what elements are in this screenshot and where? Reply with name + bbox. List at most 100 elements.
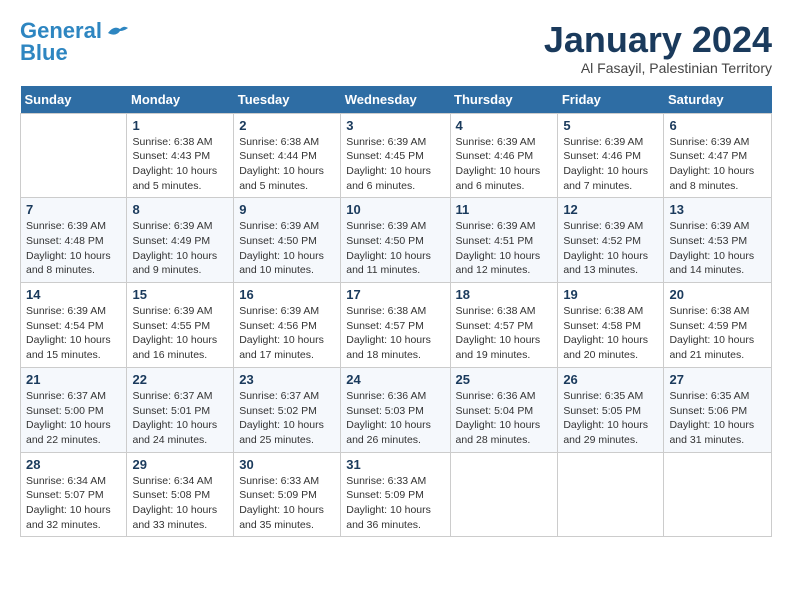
day-info: Sunrise: 6:35 AMSunset: 5:06 PMDaylight:…	[669, 389, 766, 448]
logo-text: GeneralBlue	[20, 20, 102, 64]
day-info: Sunrise: 6:39 AMSunset: 4:50 PMDaylight:…	[346, 219, 444, 278]
calendar-week-row: 1Sunrise: 6:38 AMSunset: 4:43 PMDaylight…	[21, 113, 772, 198]
day-number: 20	[669, 287, 766, 302]
calendar-cell: 18Sunrise: 6:38 AMSunset: 4:57 PMDayligh…	[450, 283, 558, 368]
day-info: Sunrise: 6:37 AMSunset: 5:00 PMDaylight:…	[26, 389, 121, 448]
calendar-cell: 17Sunrise: 6:38 AMSunset: 4:57 PMDayligh…	[341, 283, 450, 368]
day-info: Sunrise: 6:38 AMSunset: 4:58 PMDaylight:…	[563, 304, 658, 363]
calendar-cell: 7 Sunrise: 6:39 AMSunset: 4:48 PMDaylight…	[21, 198, 127, 283]
calendar-cell: 22 Sunrise: 6:37 AMSunset: 5:01 PMDayligh…	[127, 367, 234, 452]
day-info: Sunrise: 6:39 AMSunset: 4:49 PMDaylight:…	[132, 219, 228, 278]
calendar-cell: 9 Sunrise: 6:39 AMSunset: 4:50 PMDaylight…	[234, 198, 341, 283]
calendar-week-row: 21 Sunrise: 6:37 AMSunset: 5:00 PMDayligh…	[21, 367, 772, 452]
calendar-cell: 30 Sunrise: 6:33 AMSunset: 5:09 PMDayligh…	[234, 452, 341, 537]
day-info: Sunrise: 6:39 AMSunset: 4:52 PMDaylight:…	[563, 219, 658, 278]
title-section: January 2024 Al Fasayil, Palestinian Ter…	[544, 20, 772, 76]
calendar-cell: 16Sunrise: 6:39 AMSunset: 4:56 PMDayligh…	[234, 283, 341, 368]
calendar-cell: 6 Sunrise: 6:39 AMSunset: 4:47 PMDaylight…	[664, 113, 772, 198]
day-info: Sunrise: 6:38 AMSunset: 4:44 PMDaylight:…	[239, 135, 335, 194]
day-number: 13	[669, 202, 766, 217]
day-info: Sunrise: 6:37 AMSunset: 5:02 PMDaylight:…	[239, 389, 335, 448]
day-number: 3	[346, 118, 444, 133]
day-number: 22	[132, 372, 228, 387]
calendar-cell: 31 Sunrise: 6:33 AMSunset: 5:09 PMDayligh…	[341, 452, 450, 537]
day-number: 5	[563, 118, 658, 133]
calendar-cell: 26 Sunrise: 6:35 AMSunset: 5:05 PMDayligh…	[558, 367, 664, 452]
weekday-header-wednesday: Wednesday	[341, 86, 450, 114]
day-info: Sunrise: 6:34 AMSunset: 5:08 PMDaylight:…	[132, 474, 228, 533]
day-info: Sunrise: 6:39 AMSunset: 4:56 PMDaylight:…	[239, 304, 335, 363]
day-info: Sunrise: 6:39 AMSunset: 4:47 PMDaylight:…	[669, 135, 766, 194]
day-info: Sunrise: 6:39 AMSunset: 4:46 PMDaylight:…	[456, 135, 553, 194]
day-number: 10	[346, 202, 444, 217]
calendar-week-row: 28Sunrise: 6:34 AMSunset: 5:07 PMDayligh…	[21, 452, 772, 537]
calendar-cell: 5 Sunrise: 6:39 AMSunset: 4:46 PMDaylight…	[558, 113, 664, 198]
weekday-header-thursday: Thursday	[450, 86, 558, 114]
calendar-cell: 28Sunrise: 6:34 AMSunset: 5:07 PMDayligh…	[21, 452, 127, 537]
location-subtitle: Al Fasayil, Palestinian Territory	[544, 60, 772, 76]
day-info: Sunrise: 6:36 AMSunset: 5:04 PMDaylight:…	[456, 389, 553, 448]
calendar-table: SundayMondayTuesdayWednesdayThursdayFrid…	[20, 86, 772, 538]
day-number: 6	[669, 118, 766, 133]
calendar-cell: 23 Sunrise: 6:37 AMSunset: 5:02 PMDayligh…	[234, 367, 341, 452]
calendar-cell: 20 Sunrise: 6:38 AMSunset: 4:59 PMDayligh…	[664, 283, 772, 368]
weekday-header-friday: Friday	[558, 86, 664, 114]
calendar-cell: 11 Sunrise: 6:39 AMSunset: 4:51 PMDayligh…	[450, 198, 558, 283]
calendar-week-row: 14Sunrise: 6:39 AMSunset: 4:54 PMDayligh…	[21, 283, 772, 368]
day-number: 23	[239, 372, 335, 387]
calendar-cell: 24Sunrise: 6:36 AMSunset: 5:03 PMDayligh…	[341, 367, 450, 452]
calendar-cell: 25Sunrise: 6:36 AMSunset: 5:04 PMDayligh…	[450, 367, 558, 452]
calendar-cell	[450, 452, 558, 537]
calendar-cell: 27Sunrise: 6:35 AMSunset: 5:06 PMDayligh…	[664, 367, 772, 452]
day-number: 15	[132, 287, 228, 302]
day-number: 12	[563, 202, 658, 217]
day-number: 11	[456, 202, 553, 217]
day-info: Sunrise: 6:39 AMSunset: 4:45 PMDaylight:…	[346, 135, 444, 194]
calendar-cell	[558, 452, 664, 537]
calendar-cell: 13 Sunrise: 6:39 AMSunset: 4:53 PMDayligh…	[664, 198, 772, 283]
calendar-cell: 15 Sunrise: 6:39 AMSunset: 4:55 PMDayligh…	[127, 283, 234, 368]
calendar-cell: 1Sunrise: 6:38 AMSunset: 4:43 PMDaylight…	[127, 113, 234, 198]
day-number: 31	[346, 457, 444, 472]
day-number: 2	[239, 118, 335, 133]
day-info: Sunrise: 6:38 AMSunset: 4:43 PMDaylight:…	[132, 135, 228, 194]
calendar-cell	[21, 113, 127, 198]
day-number: 7	[26, 202, 121, 217]
weekday-header-tuesday: Tuesday	[234, 86, 341, 114]
day-number: 14	[26, 287, 121, 302]
day-info: Sunrise: 6:39 AMSunset: 4:53 PMDaylight:…	[669, 219, 766, 278]
calendar-cell: 14Sunrise: 6:39 AMSunset: 4:54 PMDayligh…	[21, 283, 127, 368]
day-info: Sunrise: 6:39 AMSunset: 4:55 PMDaylight:…	[132, 304, 228, 363]
page-header: GeneralBlue January 2024 Al Fasayil, Pal…	[20, 20, 772, 76]
day-info: Sunrise: 6:39 AMSunset: 4:50 PMDaylight:…	[239, 219, 335, 278]
day-number: 19	[563, 287, 658, 302]
day-number: 28	[26, 457, 121, 472]
calendar-cell: 8Sunrise: 6:39 AMSunset: 4:49 PMDaylight…	[127, 198, 234, 283]
day-info: Sunrise: 6:38 AMSunset: 4:57 PMDaylight:…	[346, 304, 444, 363]
weekday-header-monday: Monday	[127, 86, 234, 114]
day-info: Sunrise: 6:39 AMSunset: 4:51 PMDaylight:…	[456, 219, 553, 278]
calendar-cell: 12 Sunrise: 6:39 AMSunset: 4:52 PMDayligh…	[558, 198, 664, 283]
day-info: Sunrise: 6:33 AMSunset: 5:09 PMDaylight:…	[346, 474, 444, 533]
weekday-header-saturday: Saturday	[664, 86, 772, 114]
day-info: Sunrise: 6:37 AMSunset: 5:01 PMDaylight:…	[132, 389, 228, 448]
day-number: 26	[563, 372, 658, 387]
day-number: 24	[346, 372, 444, 387]
day-info: Sunrise: 6:35 AMSunset: 5:05 PMDaylight:…	[563, 389, 658, 448]
weekday-header-sunday: Sunday	[21, 86, 127, 114]
calendar-header-row: SundayMondayTuesdayWednesdayThursdayFrid…	[21, 86, 772, 114]
day-number: 29	[132, 457, 228, 472]
day-info: Sunrise: 6:39 AMSunset: 4:48 PMDaylight:…	[26, 219, 121, 278]
day-info: Sunrise: 6:38 AMSunset: 4:59 PMDaylight:…	[669, 304, 766, 363]
day-info: Sunrise: 6:38 AMSunset: 4:57 PMDaylight:…	[456, 304, 553, 363]
day-info: Sunrise: 6:39 AMSunset: 4:46 PMDaylight:…	[563, 135, 658, 194]
logo-bird-icon	[106, 23, 128, 43]
day-info: Sunrise: 6:33 AMSunset: 5:09 PMDaylight:…	[239, 474, 335, 533]
calendar-cell: 19 Sunrise: 6:38 AMSunset: 4:58 PMDayligh…	[558, 283, 664, 368]
day-number: 21	[26, 372, 121, 387]
calendar-cell: 2 Sunrise: 6:38 AMSunset: 4:44 PMDaylight…	[234, 113, 341, 198]
calendar-week-row: 7 Sunrise: 6:39 AMSunset: 4:48 PMDaylight…	[21, 198, 772, 283]
month-title: January 2024	[544, 20, 772, 60]
day-number: 30	[239, 457, 335, 472]
day-number: 9	[239, 202, 335, 217]
